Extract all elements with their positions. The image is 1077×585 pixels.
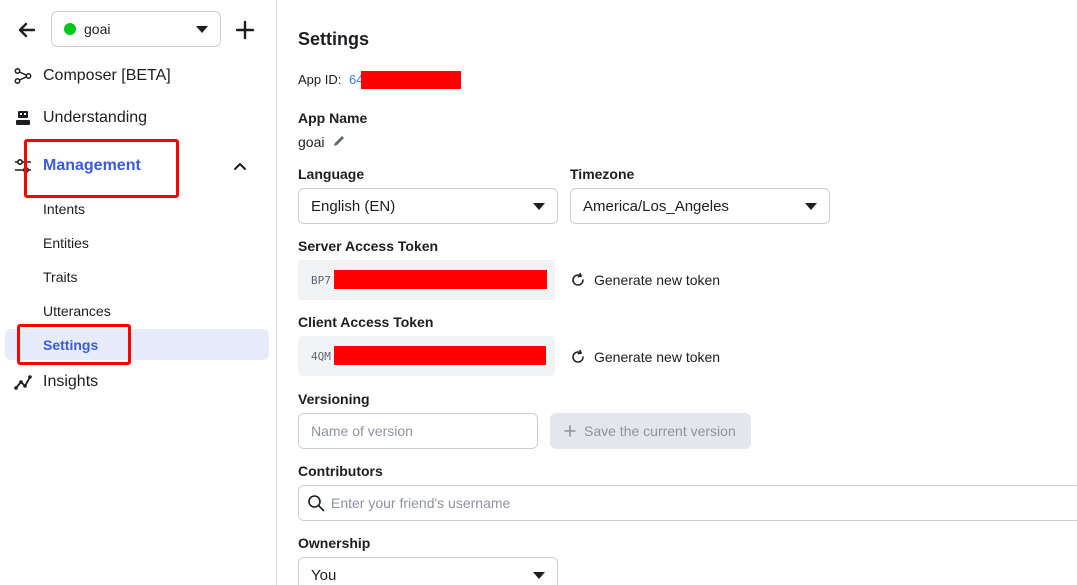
ownership-select-value: You: [311, 566, 337, 584]
timezone-select-value: America/Los_Angeles: [583, 197, 729, 215]
caret-down-icon: [533, 571, 545, 579]
chevron-up-icon[interactable]: [233, 159, 247, 173]
status-dot-icon: [64, 23, 76, 35]
save-version-label: Save the current version: [584, 423, 736, 439]
server-token-value: BP7: [311, 273, 331, 287]
settings-panel: Settings App ID: 64 App Name goai Langua…: [278, 0, 1077, 585]
nav-item-label: Understanding: [43, 109, 148, 126]
nav-item-management[interactable]: Management: [0, 151, 270, 181]
generate-client-token-button[interactable]: Generate new token: [570, 349, 720, 365]
ownership-label: Ownership: [298, 535, 371, 551]
caret-down-icon: [805, 202, 817, 210]
plus-icon: [564, 425, 576, 437]
nav-item-understanding[interactable]: Understanding: [0, 103, 270, 133]
nav-item-label: Composer [BETA]: [43, 67, 171, 84]
understanding-icon: [14, 109, 32, 127]
flow-icon: [14, 67, 32, 85]
refresh-icon: [572, 272, 584, 286]
caret-down-icon: [196, 25, 208, 33]
search-icon: [308, 495, 325, 512]
generate-server-token-button[interactable]: Generate new token: [570, 272, 720, 288]
app-name-label: App Name: [298, 110, 368, 126]
sub-item-label: Utterances: [43, 303, 111, 319]
generate-label: Generate new token: [594, 349, 721, 365]
app-selector[interactable]: goai: [51, 11, 221, 47]
redaction-app-id: [361, 71, 461, 89]
server-token-label: Server Access Token: [298, 238, 439, 254]
timezone-select[interactable]: America/Los_Angeles: [570, 188, 830, 224]
redaction-server-token: [334, 270, 547, 289]
sub-item-utterances[interactable]: Utterances: [0, 296, 270, 326]
language-label: Language: [298, 166, 365, 182]
generate-label: Generate new token: [594, 272, 721, 288]
plus-icon: [235, 20, 255, 40]
contributors-search-input[interactable]: Enter your friend's username: [298, 485, 1077, 521]
arrow-left-icon: [18, 22, 36, 38]
ownership-select[interactable]: You: [298, 557, 558, 585]
app-selector-label: goai: [84, 21, 111, 37]
versioning-label: Versioning: [298, 391, 370, 407]
sub-item-settings[interactable]: Settings: [5, 329, 269, 360]
app-root: goai Composer [BETA] Understanding Manag…: [0, 0, 1077, 585]
sliders-icon: [14, 157, 32, 175]
pencil-icon[interactable]: [332, 134, 346, 148]
sub-item-traits[interactable]: Traits: [0, 262, 270, 292]
language-select[interactable]: English (EN): [298, 188, 558, 224]
sub-item-entities[interactable]: Entities: [0, 228, 270, 258]
client-token-value: 4QM: [311, 349, 331, 363]
insights-icon: [14, 373, 32, 391]
version-name-input[interactable]: Name of version: [298, 413, 538, 449]
timezone-label: Timezone: [570, 166, 635, 182]
app-name-value: goai: [298, 134, 325, 150]
redaction-client-token: [334, 346, 546, 365]
nav-item-label: Insights: [43, 373, 99, 390]
add-app-button[interactable]: [232, 16, 258, 44]
sub-item-label: Entities: [43, 235, 89, 251]
language-select-value: English (EN): [311, 197, 396, 215]
sub-item-label: Intents: [43, 201, 86, 217]
sub-item-label: Settings: [43, 336, 99, 353]
sub-item-label: Traits: [43, 269, 78, 285]
contributors-label: Contributors: [298, 463, 383, 479]
sub-item-intents[interactable]: Intents: [0, 194, 270, 224]
back-button[interactable]: [12, 16, 42, 44]
save-version-button[interactable]: Save the current version: [550, 413, 751, 449]
sidebar: goai Composer [BETA] Understanding Manag…: [0, 0, 277, 585]
refresh-icon: [572, 349, 584, 363]
nav-item-composer[interactable]: Composer [BETA]: [0, 61, 270, 91]
contributors-placeholder: Enter your friend's username: [331, 495, 511, 511]
page-title: Settings: [298, 29, 370, 49]
nav-item-label: Management: [43, 157, 141, 174]
caret-down-icon: [533, 202, 545, 210]
app-id-label: App ID:: [298, 72, 342, 87]
nav-item-insights[interactable]: Insights: [0, 367, 270, 397]
client-token-label: Client Access Token: [298, 314, 434, 330]
version-name-placeholder: Name of version: [311, 423, 413, 439]
